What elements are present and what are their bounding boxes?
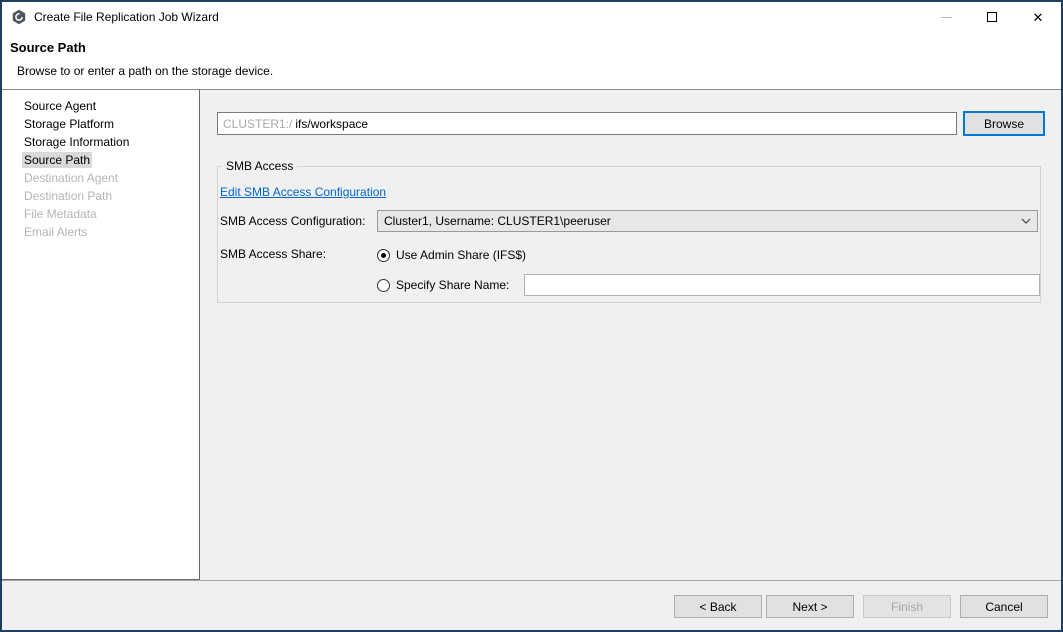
sidebar-item-email-alerts: Email Alerts [2, 223, 199, 241]
path-prefix: CLUSTER1:/ [223, 117, 292, 131]
radio-unchecked-icon [377, 279, 390, 292]
minimize-icon [941, 17, 952, 18]
app-logo-icon [11, 9, 27, 25]
smb-config-dropdown[interactable]: Cluster1, Username: CLUSTER1\peeruser [377, 210, 1038, 232]
maximize-icon [987, 12, 997, 22]
radio-checked-icon [377, 249, 390, 262]
source-path-input[interactable]: CLUSTER1:/ ifs/workspace [217, 112, 957, 135]
smb-config-label: SMB Access Configuration: [220, 214, 377, 228]
title-bar: Create File Replication Job Wizard ✕ [2, 2, 1061, 32]
smb-share-label: SMB Access Share: [220, 247, 377, 261]
smb-share-row: SMB Access Share: Use Admin Share (IFS$)… [220, 247, 1038, 296]
smb-config-row: SMB Access Configuration: Cluster1, User… [220, 210, 1038, 232]
cancel-button[interactable]: Cancel [960, 595, 1048, 618]
sidebar-item-storage-platform[interactable]: Storage Platform [2, 115, 199, 133]
window-title: Create File Replication Job Wizard [34, 10, 219, 24]
wizard-steps-sidebar: Source Agent Storage Platform Storage In… [2, 90, 200, 580]
smb-group-title: SMB Access [222, 159, 297, 173]
back-button[interactable]: < Back [674, 595, 762, 618]
chevron-down-icon [1021, 218, 1031, 224]
wizard-header: Source Path Browse to or enter a path on… [2, 32, 1061, 90]
use-admin-share-label: Use Admin Share (IFS$) [396, 248, 526, 262]
sidebar-item-source-path[interactable]: Source Path [2, 151, 199, 169]
sidebar-item-destination-path: Destination Path [2, 187, 199, 205]
page-description: Browse to or enter a path on the storage… [17, 64, 1061, 78]
edit-smb-access-link[interactable]: Edit SMB Access Configuration [220, 185, 386, 199]
wizard-body: Source Agent Storage Platform Storage In… [2, 90, 1061, 580]
close-button[interactable]: ✕ [1015, 2, 1061, 32]
main-content: CLUSTER1:/ ifs/workspace Browse SMB Acce… [200, 90, 1061, 580]
page-title: Source Path [10, 40, 1061, 55]
sidebar-item-destination-agent: Destination Agent [2, 169, 199, 187]
smb-share-options: Use Admin Share (IFS$) Specify Share Nam… [377, 247, 1040, 296]
browse-button[interactable]: Browse [963, 111, 1045, 136]
minimize-button[interactable] [923, 2, 969, 32]
maximize-button[interactable] [969, 2, 1015, 32]
share-name-input[interactable] [524, 274, 1040, 296]
wizard-footer: < Back Next > Finish Cancel [2, 580, 1061, 631]
use-admin-share-radio[interactable]: Use Admin Share (IFS$) [377, 247, 1040, 263]
window-controls: ✕ [923, 2, 1061, 32]
smb-config-selected-value: Cluster1, Username: CLUSTER1\peeruser [384, 214, 1021, 228]
smb-access-group: SMB Access Edit SMB Access Configuration… [217, 166, 1041, 303]
finish-button: Finish [863, 595, 951, 618]
specify-share-name-radio[interactable]: Specify Share Name: [377, 274, 1040, 296]
sidebar-item-source-agent[interactable]: Source Agent [2, 97, 199, 115]
sidebar-item-storage-information[interactable]: Storage Information [2, 133, 199, 151]
sidebar-item-file-metadata: File Metadata [2, 205, 199, 223]
wizard-window: Create File Replication Job Wizard ✕ Sou… [0, 0, 1063, 632]
next-button[interactable]: Next > [766, 595, 854, 618]
path-row: CLUSTER1:/ ifs/workspace Browse [217, 112, 1045, 136]
specify-share-name-label: Specify Share Name: [396, 278, 524, 292]
path-value: ifs/workspace [295, 117, 368, 131]
close-icon: ✕ [1033, 11, 1044, 24]
